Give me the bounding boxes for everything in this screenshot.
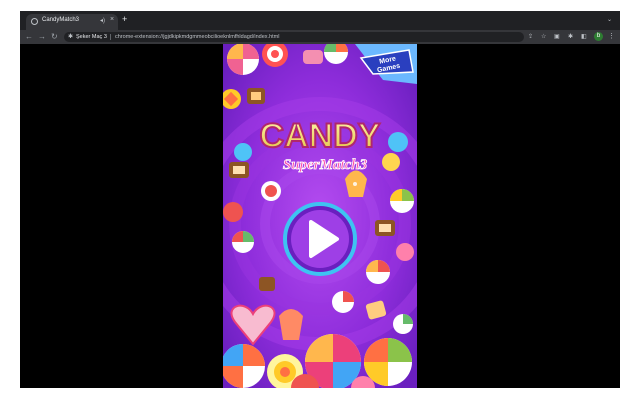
- star-icon[interactable]: ☆: [541, 33, 546, 41]
- sidepanel-icon[interactable]: ◧: [581, 33, 587, 41]
- tab-title: CandyMatch3: [42, 17, 80, 23]
- play-button[interactable]: [283, 202, 357, 276]
- browser-toolbar: ← → ↻ ✱ Şeker Maç 3 chrome-extension://j…: [20, 30, 620, 44]
- globe-icon: [31, 18, 38, 25]
- puzzle-icon[interactable]: ✱: [568, 33, 573, 41]
- forward-button[interactable]: →: [38, 32, 46, 42]
- page-content: More Games CANDY SuperMatch3: [20, 44, 620, 388]
- menu-icon[interactable]: ⋮: [608, 32, 615, 40]
- reload-button[interactable]: ↻: [51, 32, 58, 42]
- chevron-down-icon[interactable]: ⌄: [607, 16, 612, 23]
- extension-icon[interactable]: ▣: [554, 33, 560, 41]
- speaker-icon[interactable]: ◂): [100, 17, 105, 24]
- address-bar[interactable]: ✱ Şeker Maç 3 chrome-extension://jgjdkip…: [64, 32, 524, 42]
- game-canvas[interactable]: More Games CANDY SuperMatch3: [223, 44, 417, 388]
- tab-bar: CandyMatch3 ◂) × + ⌄: [20, 11, 620, 30]
- game-art: More Games CANDY SuperMatch3: [223, 44, 417, 388]
- puzzle-icon: ✱: [68, 34, 74, 40]
- url-text[interactable]: chrome-extension://jgjdkipkmdgmmeobcilio…: [115, 34, 279, 40]
- back-button[interactable]: ←: [25, 32, 33, 42]
- tab-candymatch3[interactable]: CandyMatch3 ◂) ×: [26, 14, 118, 30]
- browser-window: CandyMatch3 ◂) × + ⌄ ← → ↻ ✱ Şeker Maç 3…: [20, 11, 620, 388]
- title-main: CANDY: [260, 117, 381, 155]
- close-icon[interactable]: ×: [110, 16, 114, 23]
- new-tab-button[interactable]: +: [122, 15, 127, 24]
- avatar[interactable]: b: [594, 32, 603, 41]
- share-icon[interactable]: ⇪: [528, 33, 533, 41]
- divider: [110, 34, 111, 40]
- extension-name: Şeker Maç 3: [76, 34, 107, 40]
